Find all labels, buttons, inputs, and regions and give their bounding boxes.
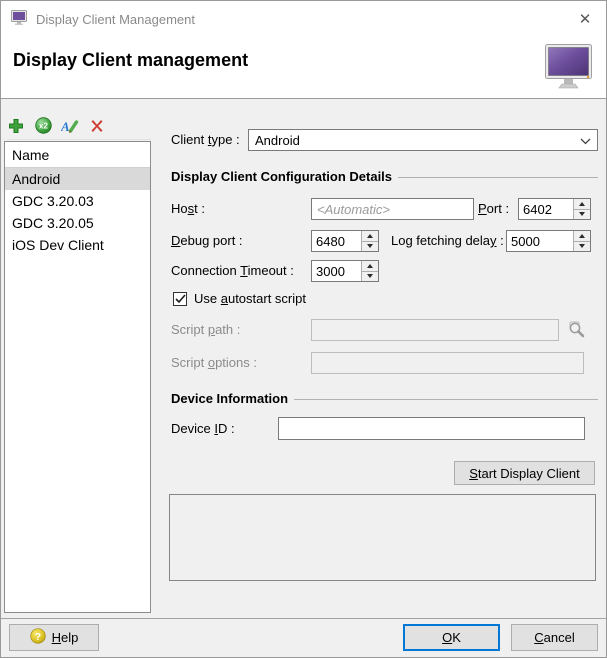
add-client-icon[interactable] [7, 117, 25, 135]
start-display-client-button[interactable]: Start Display Client [454, 461, 595, 485]
connection-timeout-label: Connection Timeout : [171, 260, 294, 282]
group-divider [294, 399, 598, 400]
browse-script-path-icon [567, 320, 586, 342]
rename-client-icon[interactable]: A [61, 117, 79, 135]
script-options-input [311, 352, 584, 374]
debug-port-label: Debug port : [171, 230, 243, 252]
debug-port-spin-down[interactable] [362, 242, 378, 252]
ok-button[interactable]: OK [403, 624, 500, 651]
checkmark-icon [175, 294, 186, 304]
port-spinner [518, 198, 591, 220]
script-path-label: Script path : [171, 319, 240, 341]
connection-timeout-spin-down[interactable] [362, 272, 378, 282]
cancel-button[interactable]: Cancel [511, 624, 598, 651]
debug-port-input[interactable] [312, 231, 361, 251]
port-spin-down[interactable] [574, 210, 590, 220]
debug-port-spinner [311, 230, 379, 252]
host-label: Host : [171, 198, 205, 220]
close-icon[interactable]: ✕ [574, 8, 596, 30]
use-autostart-script-checkbox[interactable] [173, 292, 187, 306]
connection-timeout-spinner [311, 260, 379, 282]
display-client-monitor-icon [545, 44, 592, 93]
help-icon: ? [30, 628, 46, 647]
log-fetching-delay-label: Log fetching delay : [391, 230, 504, 252]
svg-text:A: A [61, 119, 70, 134]
footer-divider [1, 618, 606, 619]
log-fetching-delay-spin-up[interactable] [574, 231, 590, 242]
debug-port-spin-up[interactable] [362, 231, 378, 242]
config-group-header: Display Client Configuration Details [171, 169, 598, 184]
script-options-label: Script options : [171, 352, 257, 374]
device-group-title: Device Information [171, 391, 288, 406]
port-label: Port : [478, 198, 509, 220]
list-item-gdc-32003[interactable]: GDC 3.20.03 [5, 190, 150, 212]
list-toolbar: x2 A [7, 112, 151, 140]
host-input[interactable] [311, 198, 474, 220]
client-list: Name Android GDC 3.20.03 GDC 3.20.05 iOS… [4, 141, 151, 613]
log-fetching-delay-input[interactable] [507, 231, 573, 251]
client-type-value: Android [255, 133, 580, 148]
window-title: Display Client Management [36, 12, 574, 27]
use-autostart-script-label: Use autostart script [194, 291, 306, 306]
delete-client-icon[interactable] [88, 117, 106, 135]
display-client-management-dialog: Display Client Management ✕ Display Clie… [0, 0, 607, 658]
connection-timeout-spin-up[interactable] [362, 261, 378, 272]
group-divider [398, 177, 598, 178]
use-autostart-script-row: Use autostart script [173, 290, 306, 307]
client-list-column-header: Name [5, 142, 150, 168]
device-id-input[interactable] [278, 417, 585, 440]
chevron-down-icon [580, 133, 591, 148]
script-path-input [311, 319, 559, 341]
config-group-title: Display Client Configuration Details [171, 169, 392, 184]
dialog-header: Display Client management [1, 37, 606, 99]
device-group-header: Device Information [171, 391, 598, 406]
svg-text:?: ? [34, 631, 40, 643]
list-item-android[interactable]: Android [5, 168, 150, 190]
log-fetching-delay-spin-down[interactable] [574, 242, 590, 252]
help-button[interactable]: ? Help [9, 624, 99, 651]
client-type-dropdown[interactable]: Android [248, 129, 598, 151]
log-fetching-delay-spinner [506, 230, 591, 252]
title-bar: Display Client Management ✕ [1, 1, 606, 37]
page-title: Display Client management [13, 50, 248, 71]
client-log-output-panel [169, 494, 596, 581]
svg-text:x2: x2 [39, 122, 48, 131]
client-type-label: Client type : [171, 129, 240, 151]
port-input[interactable] [519, 199, 573, 219]
app-monitor-icon [11, 10, 27, 28]
list-item-ios-dev-client[interactable]: iOS Dev Client [5, 234, 150, 256]
port-spin-up[interactable] [574, 199, 590, 210]
list-item-gdc-32005[interactable]: GDC 3.20.05 [5, 212, 150, 234]
device-id-label: Device ID : [171, 418, 235, 440]
connection-timeout-input[interactable] [312, 261, 361, 281]
clone-client-icon[interactable]: x2 [34, 117, 52, 135]
